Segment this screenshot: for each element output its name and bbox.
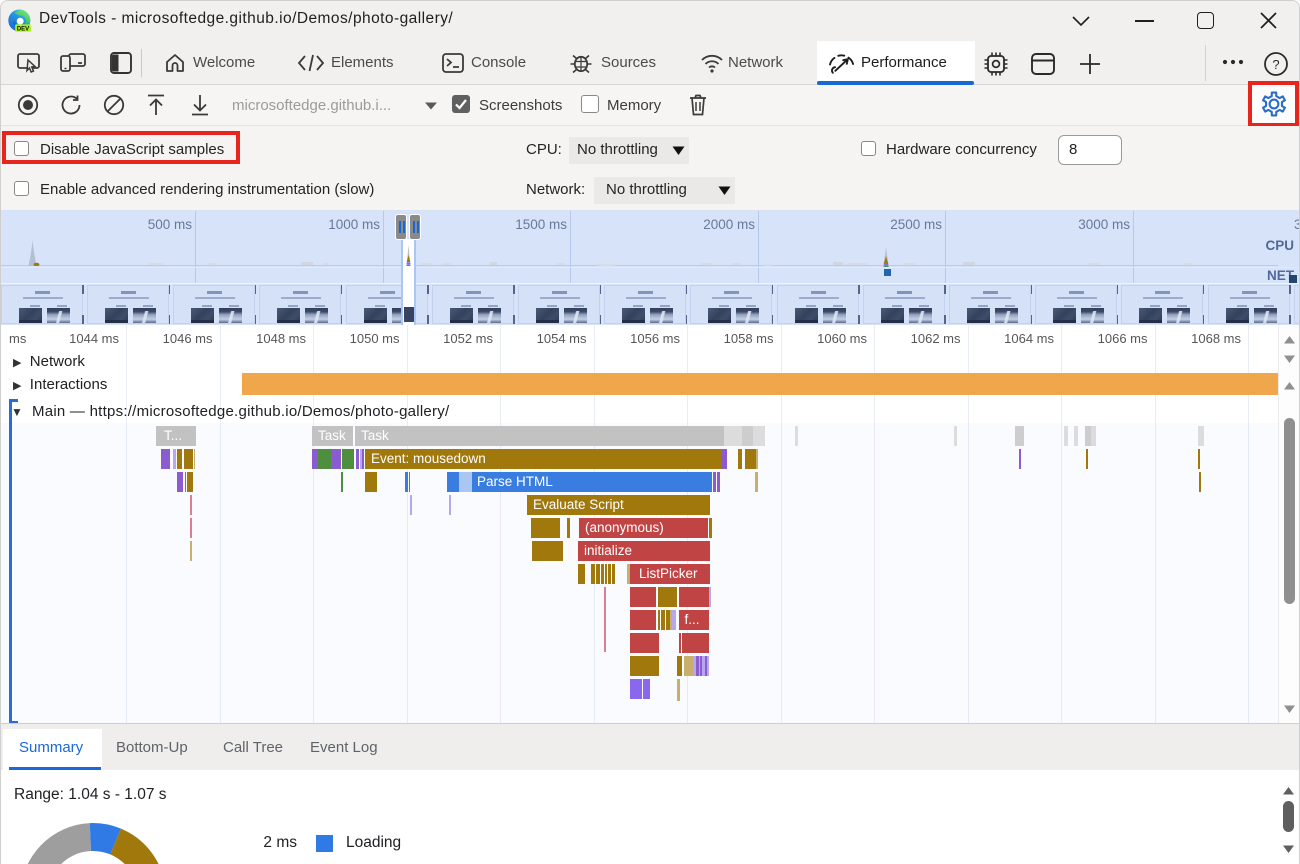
svg-text:DEV: DEV [17,26,29,32]
svg-text:?: ? [1272,57,1279,72]
